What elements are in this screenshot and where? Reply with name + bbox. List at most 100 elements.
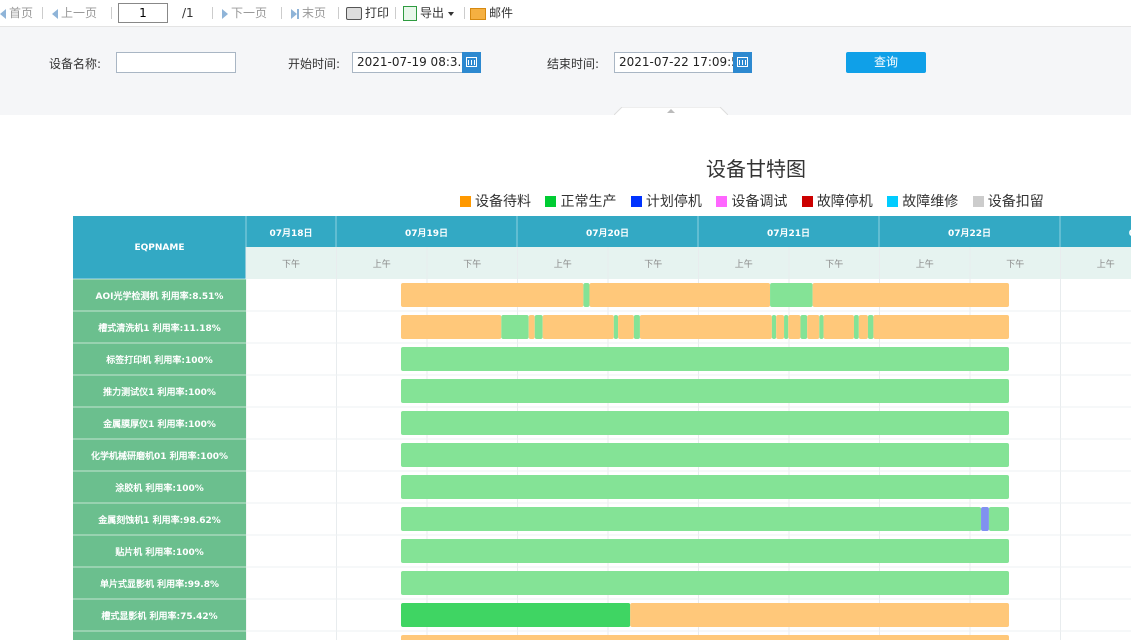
toolbar-divider	[395, 7, 396, 19]
gantt-bar-wait	[630, 603, 1009, 627]
gantt-bar-normal	[583, 283, 590, 307]
gantt-bar-normal	[867, 315, 874, 339]
row-label: AOI光学检测机 利用率:8.51%	[96, 290, 224, 302]
toolbar-divider	[281, 7, 282, 19]
halfday-label: 上午	[916, 258, 934, 270]
end-time-label: 结束时间:	[547, 57, 600, 71]
day-label: 07月21日	[767, 228, 810, 239]
gantt-bar-wait	[618, 315, 634, 339]
row-label: 槽式清洗机1 利用率:11.18%	[98, 322, 220, 334]
gantt-bar-wait	[858, 315, 868, 339]
toolbar-divider	[111, 7, 112, 19]
gantt-bar-normal	[401, 347, 1009, 371]
halfday-label: 上午	[373, 258, 391, 270]
legend-item-hold[interactable]: 设备扣留	[972, 191, 1044, 211]
halfday-label: 下午	[282, 258, 300, 270]
gantt-bar-wait	[401, 283, 584, 307]
toolbar-divider	[212, 7, 213, 19]
gantt-bar-wait	[528, 315, 535, 339]
device-name-label: 设备名称:	[49, 57, 102, 71]
chart-title: 设备甘特图	[706, 157, 806, 181]
next-page-button[interactable]: 下一页	[222, 5, 267, 21]
halfday-label: 下午	[825, 258, 843, 270]
toolbar-divider	[464, 7, 465, 19]
row-label: 金属膜厚仪1 利用率:100%	[102, 418, 216, 430]
last-page-button[interactable]: 末页	[291, 5, 326, 21]
start-time-input[interactable]: 2021-07-19 08:3...	[352, 52, 464, 73]
report-toolbar: 首页 上一页 /1 下一页 末页 打印 导出 邮件	[0, 0, 1131, 27]
halfday-label: 下午	[644, 258, 662, 270]
page-total: /1	[182, 6, 194, 20]
gantt-bar-wait	[807, 315, 820, 339]
gantt-bar-wait	[776, 315, 785, 339]
row-label: 单片式显影机 利用率:99.8%	[100, 578, 219, 590]
query-button[interactable]: 查询	[846, 52, 926, 73]
legend-item-wait[interactable]: 设备待料	[460, 191, 531, 211]
row-label: 涂胶机 利用率:100%	[115, 482, 204, 494]
gantt-chart: EQPNAME07月18日07月19日07月20日07月21日07月22日07下…	[73, 216, 1131, 640]
row-label: 金属刻蚀机1 利用率:98.62%	[97, 514, 220, 526]
gantt-svg: EQPNAME07月18日07月19日07月20日07月21日07月22日07下…	[73, 216, 1131, 640]
gantt-bar-normal	[819, 315, 824, 339]
row-label: 推力测试仪1 利用率:100%	[103, 386, 216, 398]
gantt-bar-wait	[639, 315, 772, 339]
gantt-bar-normal	[401, 411, 1009, 435]
mail-icon	[470, 7, 486, 20]
chart-legend: 设备待料 正常生产 计划停机 设备调试 故障停机 故障维修 设备扣留	[460, 191, 1054, 211]
eqpname-header: EQPNAME	[135, 243, 185, 253]
legend-item-debug[interactable]: 设备调试	[716, 191, 787, 211]
gantt-bar-normal	[501, 315, 529, 339]
halfday-label: 上午	[735, 258, 753, 270]
gantt-bar-normal	[401, 443, 1009, 467]
calendar-icon[interactable]	[733, 52, 752, 73]
halfday-label: 下午	[463, 258, 481, 270]
gantt-bar-normal	[401, 507, 982, 531]
print-button[interactable]: 打印	[346, 5, 389, 21]
prev-page-icon	[52, 8, 58, 19]
day-label: 07月19日	[405, 228, 448, 239]
calendar-icon[interactable]	[462, 52, 481, 73]
legend-item-fault-repair[interactable]: 故障维修	[887, 191, 958, 211]
gantt-bar-normal	[771, 315, 777, 339]
legend-item-fault-stop[interactable]: 故障停机	[801, 191, 873, 211]
first-page-button[interactable]: 首页	[0, 5, 33, 21]
legend-item-normal[interactable]: 正常生产	[545, 191, 616, 211]
end-time-input[interactable]: 2021-07-22 17:09:56	[614, 52, 737, 73]
row-label: 贴片机 利用率:100%	[115, 546, 204, 558]
toolbar-divider	[338, 7, 339, 19]
export-icon	[403, 6, 417, 21]
gantt-bar-wait	[401, 315, 502, 339]
halfday-label: 上午	[1097, 258, 1115, 270]
gantt-bar-wait	[788, 315, 801, 339]
device-name-input[interactable]	[116, 52, 236, 73]
row-label: 槽式显影机 利用率:75.42%	[101, 610, 217, 622]
gantt-bar-normal	[800, 315, 808, 339]
gantt-bar-wait	[542, 315, 614, 339]
printer-icon	[346, 7, 362, 20]
row-label-cell	[73, 631, 246, 640]
day-label: 07月22日	[948, 228, 991, 239]
prev-page-button[interactable]: 上一页	[52, 5, 97, 21]
gantt-bar-normal_dark	[401, 603, 631, 627]
halfday-label: 下午	[1006, 258, 1024, 270]
gantt-bar-normal	[534, 315, 543, 339]
legend-item-plan-stop[interactable]: 计划停机	[630, 191, 702, 211]
gantt-bar-normal	[633, 315, 640, 339]
filter-panel: 设备名称: 开始时间: 2021-07-19 08:3... 结束时间: 202…	[0, 27, 1131, 115]
next-page-icon	[222, 8, 228, 19]
gantt-bar-normal	[401, 475, 1009, 499]
export-button[interactable]: 导出	[403, 5, 455, 21]
gantt-bar-normal	[784, 315, 789, 339]
gantt-bar-plan	[981, 507, 989, 531]
collapse-panel-toggle[interactable]	[614, 107, 728, 115]
gantt-bar-normal	[853, 315, 859, 339]
gantt-bar-normal	[988, 507, 1009, 531]
mail-button[interactable]: 邮件	[470, 5, 513, 21]
gantt-bar-normal	[401, 539, 1009, 563]
day-label: 07月18日	[269, 228, 312, 239]
first-page-icon	[0, 8, 6, 19]
gantt-bar-wait	[401, 635, 1009, 640]
page-number-input[interactable]	[118, 3, 168, 23]
chevron-down-icon	[448, 11, 455, 16]
toolbar-divider	[42, 7, 43, 19]
